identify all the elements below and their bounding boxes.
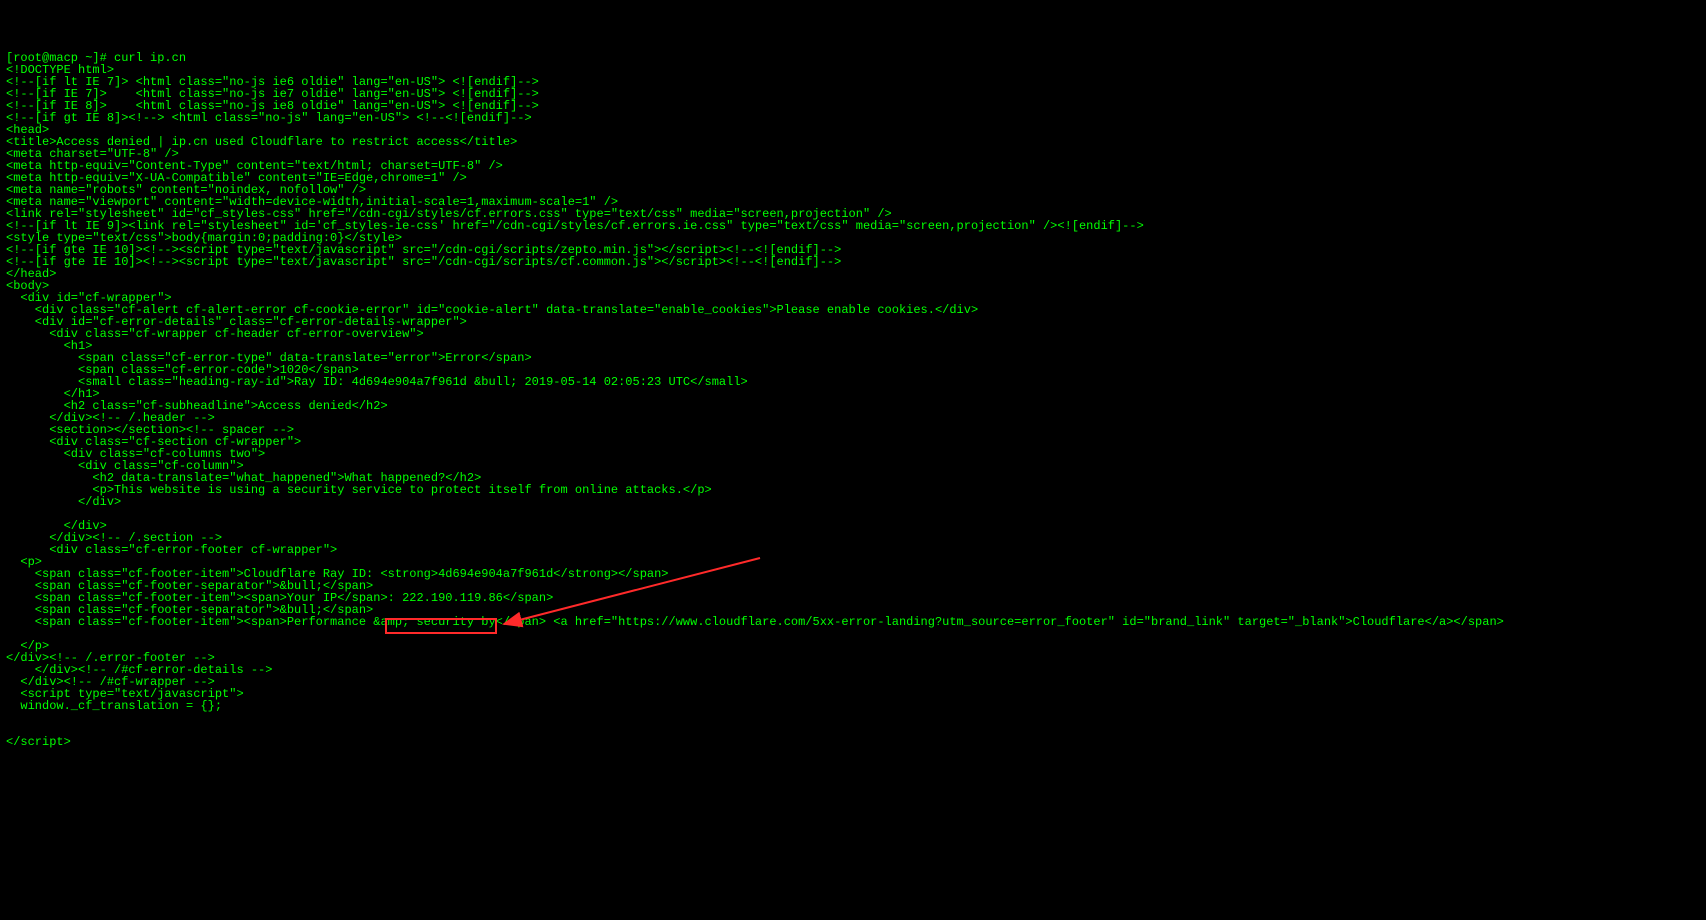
output-line: </div> [6, 520, 1700, 532]
terminal-output: [root@macp ~]# curl ip.cn<!DOCTYPE html>… [6, 52, 1700, 748]
response-body: <!DOCTYPE html><!--[if lt IE 7]> <html c… [6, 64, 1700, 748]
output-line: </div><!-- /#cf-wrapper --> [6, 676, 1700, 688]
output-line [6, 628, 1700, 640]
output-line: <div class="cf-wrapper cf-header cf-erro… [6, 328, 1700, 340]
output-line [6, 712, 1700, 724]
terminal-prompt-line: [root@macp ~]# curl ip.cn [6, 52, 1700, 64]
output-line: window._cf_translation = {}; [6, 700, 1700, 712]
output-line: <span class="cf-footer-item"><span>Perfo… [6, 616, 1700, 628]
output-line: </p> [6, 640, 1700, 652]
output-line [6, 724, 1700, 736]
output-line: </div> [6, 496, 1700, 508]
output-line: <!--[if gt IE 8]><!--> <html class="no-j… [6, 112, 1700, 124]
output-line: <small class="heading-ray-id">Ray ID: 4d… [6, 376, 1700, 388]
output-line: </head> [6, 268, 1700, 280]
output-line: </script> [6, 736, 1700, 748]
output-line: <body> [6, 280, 1700, 292]
output-line: <script type="text/javascript"> [6, 688, 1700, 700]
output-line: <div class="cf-columns two"> [6, 448, 1700, 460]
output-line: <p>This website is using a security serv… [6, 484, 1700, 496]
output-line: <h2 class="cf-subheadline">Access denied… [6, 400, 1700, 412]
output-line [6, 508, 1700, 520]
output-line: </div><!-- /#cf-error-details --> [6, 664, 1700, 676]
output-line: <!--[if gte IE 10]><!--><script type="te… [6, 256, 1700, 268]
output-line: <div class="cf-error-footer cf-wrapper"> [6, 544, 1700, 556]
output-line: <title>Access denied | ip.cn used Cloudf… [6, 136, 1700, 148]
